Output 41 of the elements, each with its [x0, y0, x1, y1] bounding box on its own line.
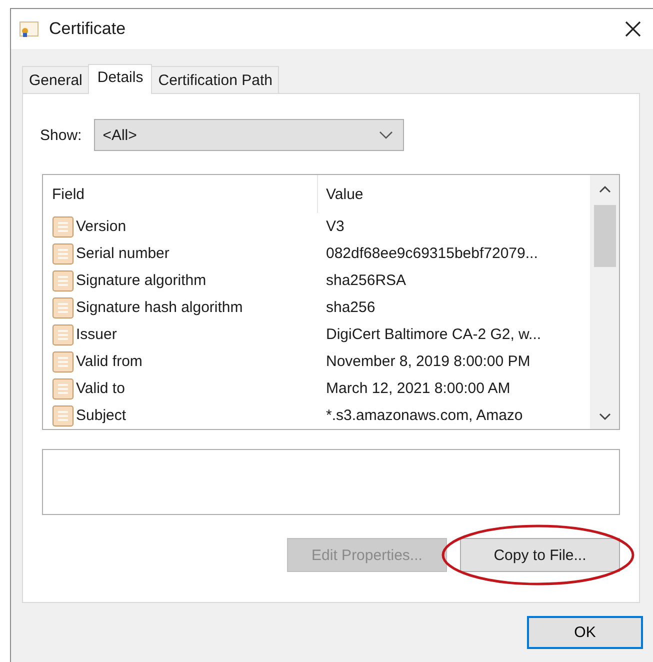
tab[interactable]: Certification Path [151, 66, 280, 93]
chevron-down-icon [378, 131, 393, 139]
field-name[interactable]: Subject [76, 407, 126, 424]
field-icon [52, 296, 74, 318]
scroll-down-icon[interactable] [598, 413, 610, 421]
field-value[interactable]: November 8, 2019 8:00:00 PM [326, 353, 530, 370]
dialog-button[interactable]: Copy to File... [460, 538, 620, 572]
show-label: Show: [40, 126, 82, 144]
field-icon [52, 404, 74, 426]
field-name[interactable]: Issuer [76, 326, 117, 343]
field-icon [52, 378, 74, 400]
field-name[interactable]: Signature hash algorithm [76, 299, 243, 316]
column-header[interactable]: Value [318, 175, 590, 213]
field-icon [52, 216, 74, 238]
tab[interactable]: General [22, 66, 90, 93]
scrollbar-thumb[interactable] [594, 205, 616, 267]
show-dropdown[interactable]: <All> [94, 119, 404, 151]
field-value[interactable]: sha256RSA [326, 272, 406, 289]
column-header[interactable]: Field [43, 175, 318, 213]
field-name[interactable]: Valid from [76, 353, 142, 370]
field-name[interactable]: Valid to [76, 380, 125, 397]
scrollbar[interactable] [590, 175, 619, 429]
field-icon [52, 350, 74, 372]
certificate-icon [19, 20, 39, 38]
ok-button[interactable]: OK [527, 616, 643, 649]
field-name[interactable]: Version [76, 218, 126, 235]
field-value[interactable]: V3 [326, 218, 344, 235]
close-icon[interactable] [625, 21, 641, 37]
field-name[interactable]: Signature algorithm [76, 272, 206, 289]
field-icon [52, 242, 74, 264]
field-name[interactable]: Serial number [76, 245, 170, 262]
field-value[interactable]: *.s3.amazonaws.com, Amazo [326, 407, 523, 424]
field-value[interactable]: March 12, 2021 8:00:00 AM [326, 380, 510, 397]
field-icon [52, 270, 74, 292]
field-value[interactable]: sha256 [326, 299, 376, 316]
field-icon [52, 324, 74, 346]
scroll-up-icon[interactable] [598, 185, 610, 193]
window-title: Certificate [49, 19, 127, 39]
tab[interactable]: Details [88, 64, 152, 94]
field-value[interactable]: 082df68ee9c69315bebf72079... [326, 245, 538, 262]
field-value[interactable]: DigiCert Baltimore CA-2 G2, w... [326, 326, 542, 343]
